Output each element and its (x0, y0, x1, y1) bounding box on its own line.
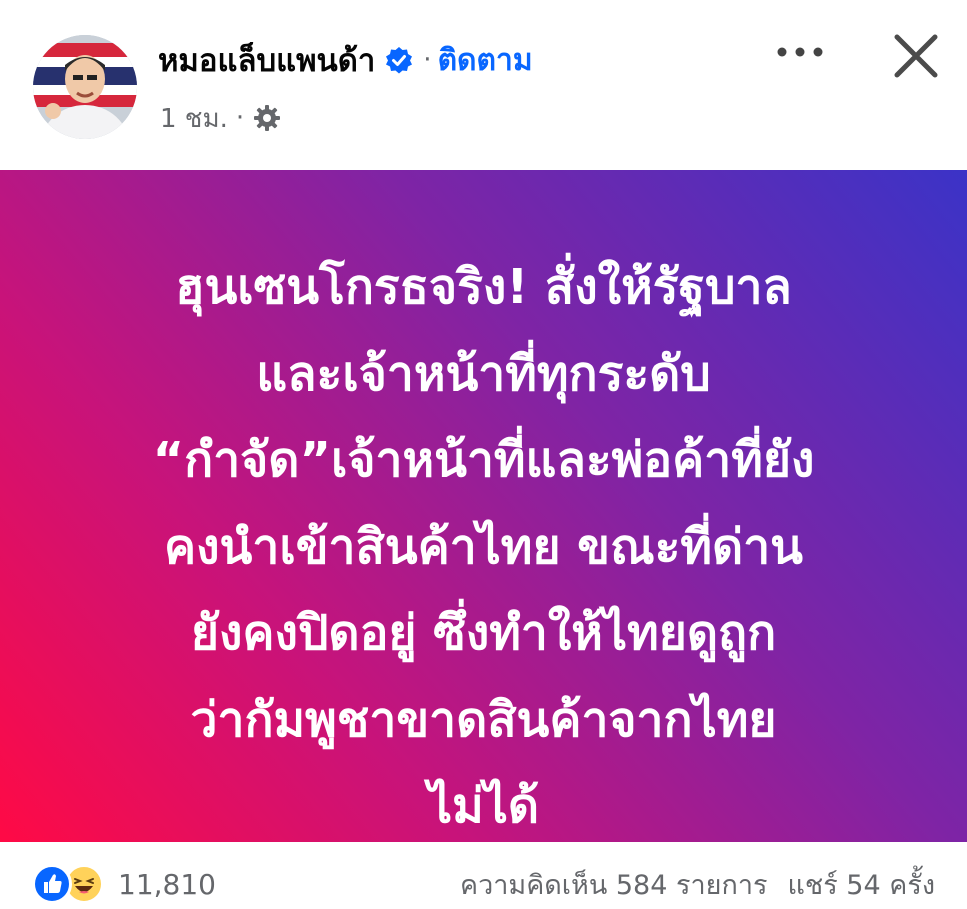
close-icon (894, 34, 938, 78)
separator-dot: · (423, 45, 432, 75)
post-meta: 1 ชม. · (160, 100, 282, 136)
post-text: ฮุนเซนโกรธจริง! สั่งให้รัฐบาล และเจ้าหน้… (50, 244, 917, 850)
more-icon (777, 47, 823, 57)
like-reaction-icon (32, 864, 72, 904)
post-stats: ความคิดเห็น 584 รายการ แชร์ 54 ครั้ง (460, 862, 935, 906)
close-button[interactable] (888, 28, 944, 84)
more-options-button[interactable] (770, 30, 830, 74)
post-line: “กำจัด”เจ้าหน้าที่และพ่อค้าที่ยัง (152, 432, 815, 488)
avatar-image (33, 35, 137, 139)
verified-badge-icon (385, 46, 413, 74)
author-name[interactable]: หมอแล็บแพนด้า (158, 35, 375, 85)
avatar[interactable] (33, 35, 137, 139)
comments-count[interactable]: ความคิดเห็น 584 รายการ (460, 863, 767, 906)
post-footer: 11,810 ความคิดเห็น 584 รายการ แชร์ 54 คร… (0, 842, 967, 909)
reactions-summary[interactable]: 11,810 (32, 862, 216, 906)
meta-separator: · (235, 103, 245, 133)
post-line: ไม่ได้ (427, 778, 540, 834)
post-line: และเจ้าหน้าที่ทุกระดับ (256, 345, 711, 402)
post-line: ฮุนเซนโกรธจริง! สั่งให้รัฐบาล (175, 259, 792, 315)
post-line: ว่ากัมพูชาขาดสินค้าจากไทย (190, 691, 777, 748)
post-time[interactable]: 1 ชม. (160, 98, 228, 139)
author-row: หมอแล็บแพนด้า · ติดตาม (158, 38, 533, 82)
reaction-count: 11,810 (118, 867, 216, 901)
shares-count[interactable]: แชร์ 54 ครั้ง (788, 863, 936, 906)
follow-button[interactable]: ติดตาม (438, 37, 533, 84)
post-line: ยังคงปิดอยู่ ซึ่งทำให้ไทยดูถูก (190, 605, 777, 661)
gear-icon[interactable] (252, 103, 282, 133)
post-header: หมอแล็บแพนด้า · ติดตาม 1 ชม. · (0, 0, 967, 170)
post-line: คงนำเข้าสินค้าไทย ขณะที่ด่าน (164, 518, 803, 575)
post-text-card[interactable]: ฮุนเซนโกรธจริง! สั่งให้รัฐบาล และเจ้าหน้… (0, 170, 967, 842)
